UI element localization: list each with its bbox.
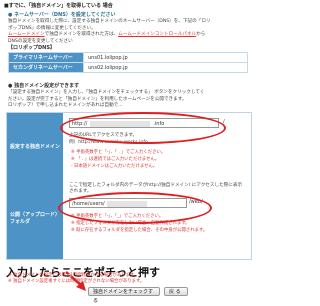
domain-setting-title: ● 独自ドメイン設定ができます: [8, 83, 80, 89]
table-row: セカンダリネームサーバー uns02.lolipop.jp: [8, 62, 248, 73]
dns-subheading: ● ネームサーバー（DNS）を設定してください: [8, 12, 116, 18]
footer-note: ※ 独自ドメイン設定後すぐには時間指定がされない場合があります。: [8, 279, 145, 284]
page: ■すでに、「独自ドメイン」を取得している 場合 ● ネームサーバー（DNS）を設…: [0, 0, 254, 304]
page-heading: ■すでに、「独自ドメイン」を取得している 場合: [4, 3, 113, 9]
lolipop-dns-title: 【ロリポップDNS】: [8, 45, 55, 51]
domain-note: - 日本語ドメインはご入力いただけません。: [71, 164, 158, 169]
back-button[interactable]: 戻 る: [164, 287, 188, 296]
check-domain-button[interactable]: 独自ドメインをチェックする: [88, 287, 160, 304]
domain-setting-description: 「設定する独自ドメイン」を入力し、「独自ドメインをチェックする」 ボタンをクリッ…: [8, 90, 248, 110]
desc-line-3-end: から: [196, 32, 206, 37]
control-panel-link[interactable]: ムームードメインコントロールパネル: [118, 32, 196, 37]
folder-note: ※ 既に存在するフォルダを指定した場合、その中身が公開されます。: [71, 228, 208, 233]
setting-desc-line-3: ロリポップ！で申し込まれたドメインがあれば自動で...: [8, 103, 123, 108]
nameserver-table: プライマリネームサーバー uns01.lolipop.jp セカンダリネームサー…: [8, 52, 248, 73]
domain-note: ※ 「 . 」は連続ではご入力いただけません。: [71, 157, 160, 162]
table-row: プライマリネームサーバー uns01.lolipop.jp: [8, 52, 248, 63]
dns-description: 独自ドメインを取得した際に、設定する独自ドメインのネームサーバー（DNS）を、下…: [8, 19, 248, 45]
footer-notes: ※ 独自ドメインの設定には最大1時間程度かかる場合があります。 ※ 独自ドメイン…: [8, 273, 248, 285]
domain-highlight-ellipse: [60, 112, 226, 144]
desc-line-3-middle: で独自ドメインを取得された方は、: [44, 32, 119, 37]
primary-ns-label: プライマリネームサーバー: [8, 52, 84, 63]
secondary-ns-value: uns02.lolipop.jp: [83, 62, 248, 73]
muumuu-domain-link[interactable]: ムームードメイン: [8, 32, 45, 37]
secondary-ns-label: セカンダリネームサーバー: [8, 62, 84, 73]
domain-note: ※ 半角英数字と「-」、「 . 」でご入力ください。: [71, 150, 166, 155]
domain-field-label: 設定する独自ドメイン: [7, 113, 63, 179]
folder-field-label: 公開（アップロード）フォルダ: [7, 179, 63, 259]
primary-ns-value: uns01.lolipop.jp: [83, 52, 248, 63]
folder-highlight-ellipse: [58, 192, 212, 224]
